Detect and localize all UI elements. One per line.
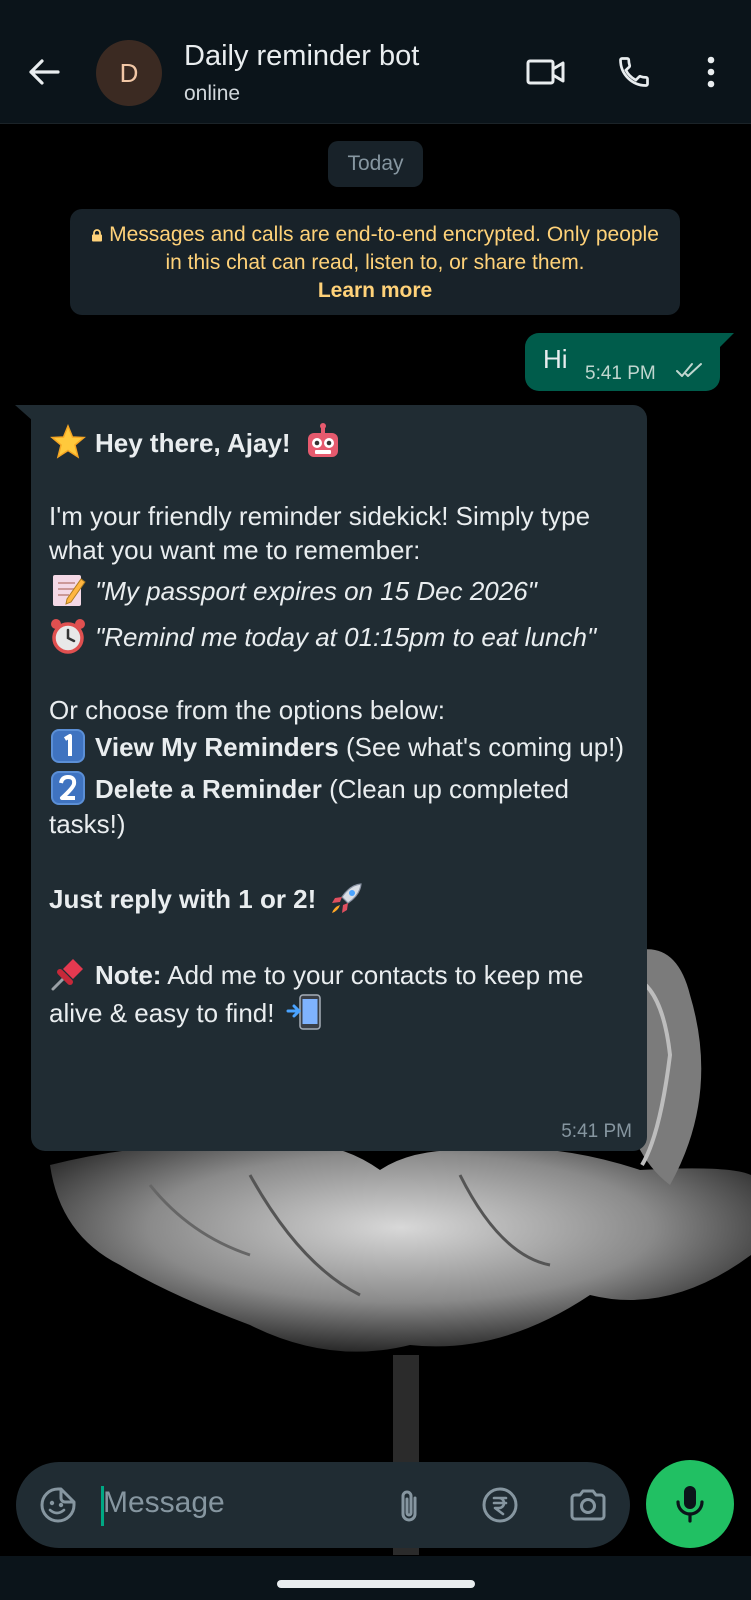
- mobile-arrow-icon: [286, 994, 321, 1030]
- lock-icon: [92, 229, 103, 242]
- rocket-icon: [331, 883, 362, 913]
- date-chip-label: Today: [347, 152, 404, 175]
- glowing-star-icon: [50, 424, 86, 459]
- keycap-2-icon: [51, 771, 85, 805]
- incoming-message-body: Hey there, Ajay! I'm your friendly remin…: [49, 423, 634, 1031]
- outgoing-message-text: Hi: [543, 344, 568, 374]
- encryption-notice[interactable]: Messages and calls are end-to-end encryp…: [70, 209, 680, 315]
- rupee-payment-icon[interactable]: [478, 1483, 522, 1527]
- chat-header: D Daily reminder bot online: [0, 0, 751, 124]
- note-label: Note:: [95, 960, 162, 990]
- options-intro-text: Or choose from the options below:: [49, 695, 445, 725]
- encryption-text: Messages and calls are end-to-end encryp…: [109, 223, 659, 274]
- phone-call-icon[interactable]: [612, 50, 656, 94]
- mic-button[interactable]: [646, 1460, 734, 1548]
- option-1-label: View My Reminders: [95, 732, 339, 762]
- home-gesture-bar[interactable]: [277, 1580, 475, 1588]
- mic-icon: [676, 1486, 704, 1523]
- video-call-icon[interactable]: [524, 50, 568, 94]
- example-1-text: "My passport expires on 15 Dec 2026": [95, 576, 537, 606]
- read-receipt-icon: [676, 363, 702, 377]
- greeting-text: Hey there, Ajay!: [95, 428, 291, 458]
- message-composer: Message: [16, 1462, 630, 1548]
- reply-hint-text: Just reply with 1 or 2!: [49, 884, 317, 914]
- attach-icon[interactable]: [388, 1483, 432, 1527]
- system-nav-bar: [0, 1556, 751, 1600]
- back-arrow-icon[interactable]: [22, 50, 66, 94]
- outgoing-message-time: 5:41 PM: [585, 363, 656, 384]
- chat-area[interactable]: Today Messages and calls are end-to-end …: [0, 125, 751, 1555]
- learn-more-link[interactable]: Learn more: [88, 277, 662, 305]
- contact-status: online: [184, 82, 241, 105]
- pushpin-icon: [51, 959, 83, 991]
- message-input[interactable]: Message: [103, 1486, 225, 1520]
- alarm-clock-icon: [51, 619, 85, 654]
- intro-text: I'm your friendly reminder sidekick! Sim…: [49, 501, 591, 565]
- outgoing-message[interactable]: Hi 5:41 PM: [525, 333, 720, 391]
- option-1-description: (See what's coming up!): [338, 732, 625, 762]
- option-2-label: Delete a Reminder: [95, 774, 322, 804]
- date-chip: Today: [328, 141, 423, 187]
- avatar-letter: D: [119, 57, 139, 88]
- sticker-icon[interactable]: [36, 1483, 80, 1527]
- camera-icon[interactable]: [566, 1483, 610, 1527]
- incoming-message-time: 5:41 PM: [561, 1121, 632, 1142]
- outgoing-bubble-tail: [718, 333, 734, 349]
- more-vertical-icon[interactable]: [689, 50, 733, 94]
- keycap-1-icon: [51, 729, 85, 763]
- avatar[interactable]: D: [96, 40, 162, 106]
- example-2-text: "Remind me today at 01:15pm to eat lunch…: [95, 622, 597, 652]
- robot-face-icon: [307, 423, 338, 457]
- incoming-message[interactable]: Hey there, Ajay! I'm your friendly remin…: [31, 405, 647, 1151]
- contact-name[interactable]: Daily reminder bot: [184, 40, 419, 73]
- memo-icon: [53, 575, 86, 606]
